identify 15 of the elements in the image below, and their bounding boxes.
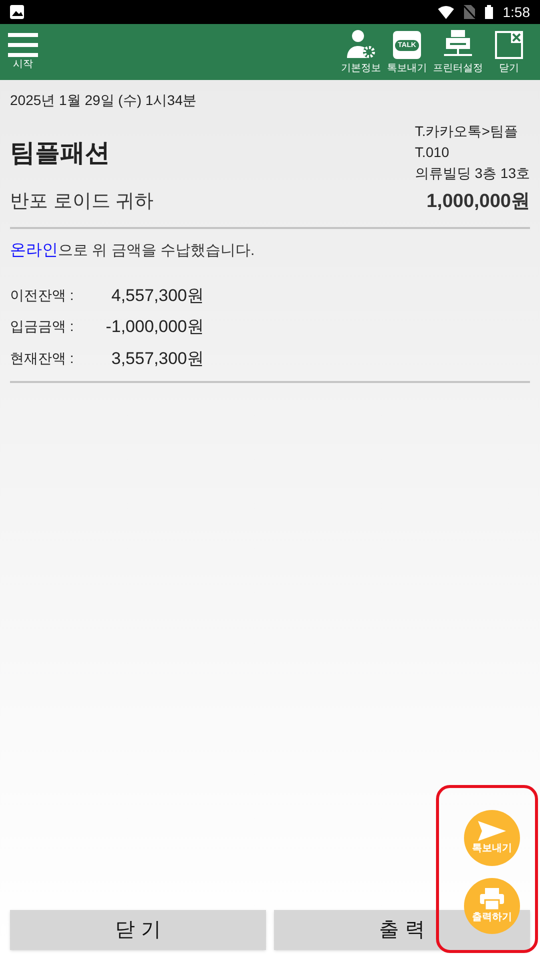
balance-label: 입금금액 : <box>10 317 75 336</box>
balance-value: 3,557,300원 <box>110 348 204 370</box>
contact-line: 의류빌딩 3층 13호 <box>414 164 530 183</box>
contact-line: T.010 <box>414 143 450 162</box>
amount: 1,000,000원 <box>426 190 530 214</box>
contact-line: T.카카오톡>팀플 <box>414 122 519 141</box>
customer-name: 반포 로이드 귀하 <box>10 190 154 214</box>
balance-label: 현재잔액 : <box>10 348 75 368</box>
clock: 1:58 <box>502 2 530 22</box>
shop-name: 팀플패션 <box>10 138 110 169</box>
balance-value: 4,557,300원 <box>110 284 204 306</box>
receipt-date: 2025년 1월 29일 (수) 1시34분 <box>10 91 198 110</box>
payment-message: 온라인으로 위 금액을 수납했습니다. <box>10 240 256 260</box>
balance-value: -1,000,000원 <box>104 316 204 338</box>
balance-label: 이전잔액 : <box>10 286 75 305</box>
